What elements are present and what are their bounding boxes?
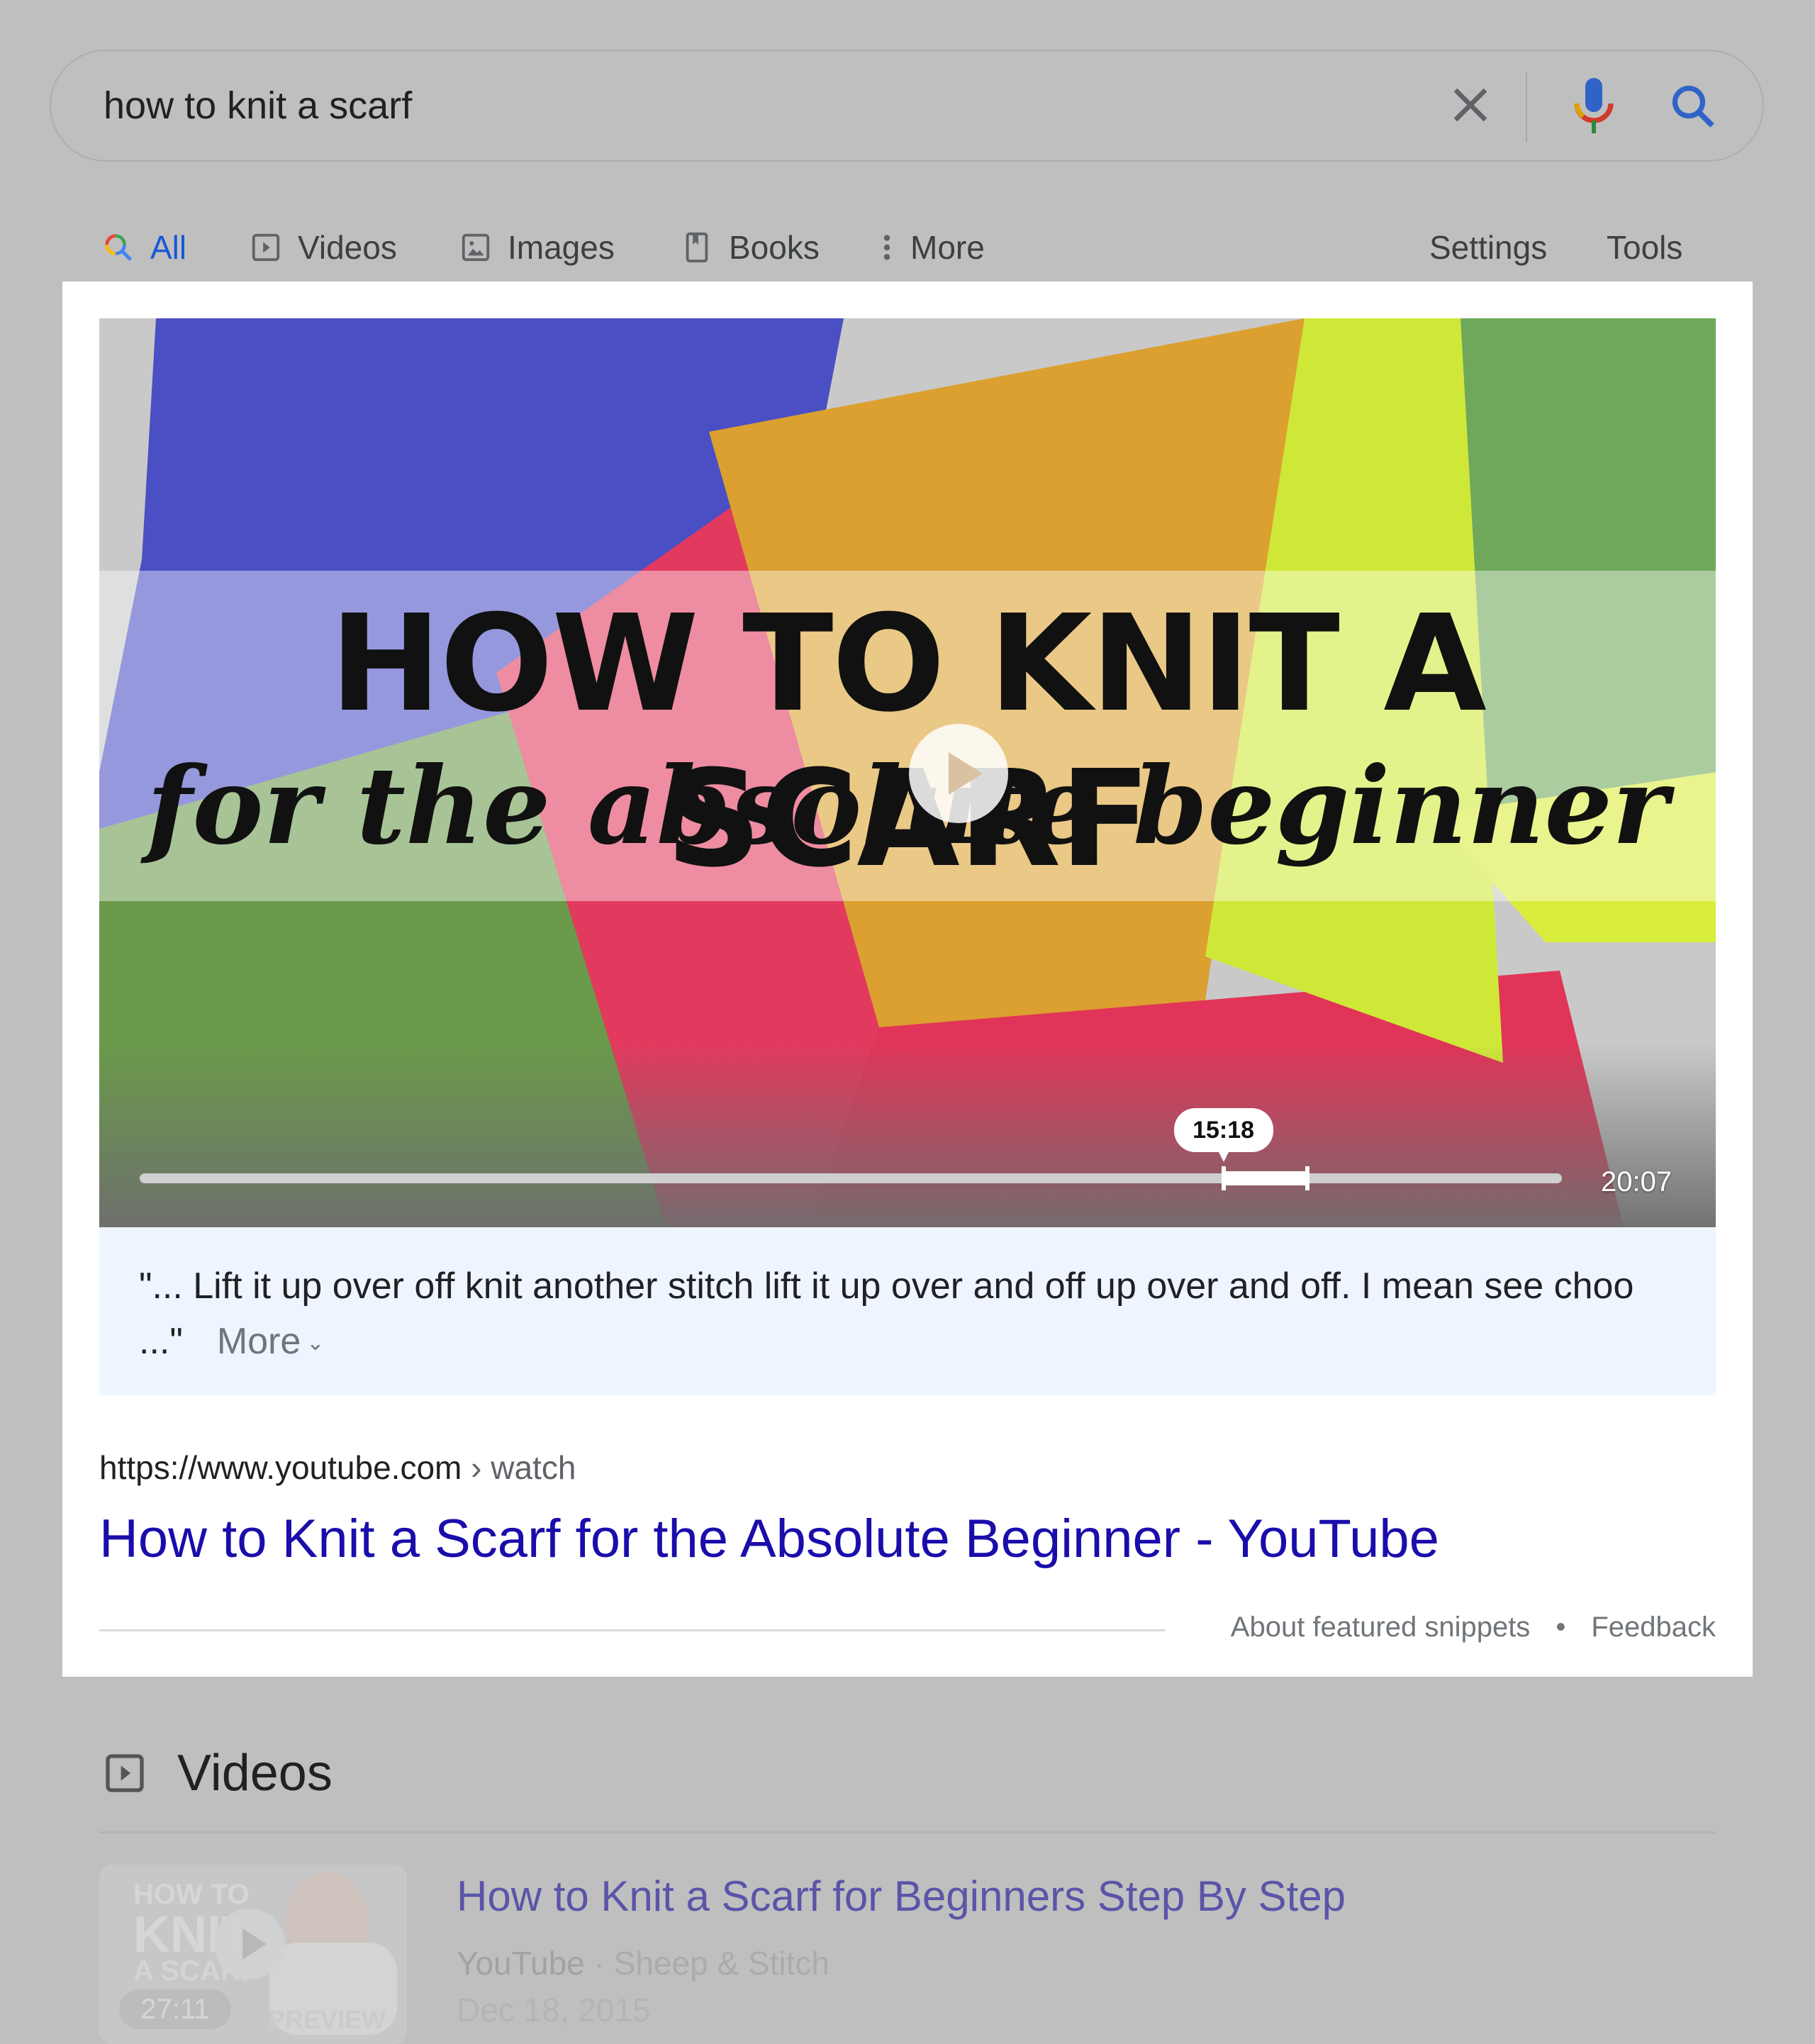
play-icon[interactable] xyxy=(909,724,1008,823)
book-icon xyxy=(686,232,708,263)
divider xyxy=(1526,72,1527,142)
divider xyxy=(99,1831,1716,1833)
result-url: https://www.youtube.com › watch xyxy=(99,1448,576,1487)
tab-label: Images xyxy=(508,229,615,266)
image-icon xyxy=(462,233,490,262)
url-breadcrumb: › watch xyxy=(471,1449,576,1486)
video-result-source: YouTube · Sheep & Stitch xyxy=(457,1944,830,1982)
video-icon xyxy=(252,233,280,262)
tab-more[interactable]: More xyxy=(879,224,985,271)
tab-label: Videos xyxy=(298,229,397,266)
more-button[interactable]: More ⌄ xyxy=(217,1321,325,1362)
clip-start-marker[interactable] xyxy=(1221,1166,1226,1190)
controls-gradient xyxy=(99,1043,1716,1227)
tab-images[interactable]: Images xyxy=(459,224,615,271)
separator-dot: • xyxy=(1556,1612,1566,1643)
search-icon[interactable] xyxy=(1668,81,1719,132)
settings-link[interactable]: Settings xyxy=(1429,224,1547,271)
videos-section-heading: Videos xyxy=(102,1744,333,1802)
tab-all[interactable]: All xyxy=(102,224,186,271)
url-domain: https://www.youtube.com xyxy=(99,1449,462,1486)
tools-label: Tools xyxy=(1607,229,1683,266)
snippet-footer: About featured snippets • Feedback xyxy=(1231,1612,1716,1643)
close-icon[interactable] xyxy=(1445,79,1496,130)
video-duration: 20:07 xyxy=(1601,1166,1672,1197)
microphone-icon[interactable] xyxy=(1568,74,1619,142)
video-icon xyxy=(106,1754,144,1792)
more-label: More xyxy=(216,1321,301,1362)
tools-link[interactable]: Tools xyxy=(1607,224,1682,271)
video-channel: · Sheep & Stitch xyxy=(593,1945,830,1982)
settings-label: Settings xyxy=(1429,229,1548,266)
video-player[interactable]: HOW TO KNIT A SCARF for the absolute beg… xyxy=(99,318,1716,1227)
play-icon[interactable] xyxy=(214,1909,285,1979)
clip-start-tooltip: 15:18 xyxy=(1173,1108,1273,1162)
preview-label: PREVIEW xyxy=(268,2005,386,2034)
transcript-text: "... Lift it up over off knit another st… xyxy=(139,1266,1634,1362)
search-bar[interactable]: how to knit a scarf xyxy=(50,50,1764,162)
search-tabs: All Videos Images Books More Settings To… xyxy=(0,224,1815,274)
videos-heading-label: Videos xyxy=(177,1745,333,1802)
video-duration-badge: 27:11 xyxy=(119,1989,231,2029)
chevron-down-icon: ⌄ xyxy=(306,1331,325,1356)
tab-label: All xyxy=(150,229,187,266)
more-vert-icon xyxy=(883,235,890,260)
video-source: YouTube xyxy=(457,1945,585,1982)
progress-bar[interactable] xyxy=(140,1173,1562,1183)
video-result-title-link[interactable]: How to Knit a Scarf for Beginners Step B… xyxy=(457,1872,1346,1921)
tab-label: Books xyxy=(729,229,820,266)
tab-videos[interactable]: Videos xyxy=(250,224,397,271)
divider xyxy=(99,1629,1166,1631)
tab-label: More xyxy=(910,229,985,266)
video-result-date: Dec 18, 2015 xyxy=(457,1992,651,2028)
clip-end-marker[interactable] xyxy=(1305,1166,1309,1190)
tab-books[interactable]: Books xyxy=(681,224,820,271)
search-input[interactable]: how to knit a scarf xyxy=(104,84,412,128)
about-featured-snippets-link[interactable]: About featured snippets xyxy=(1231,1612,1531,1643)
featured-snippet-card: HOW TO KNIT A SCARF for the absolute beg… xyxy=(62,281,1753,1677)
feedback-link[interactable]: Feedback xyxy=(1591,1612,1716,1643)
video-result-thumbnail[interactable]: HOW TO KNIT A SCARF 27:11 PREVIEW xyxy=(99,1865,407,2044)
search-icon xyxy=(105,234,133,262)
video-overlay-subtitle: for the absolute beginner xyxy=(146,744,1669,869)
clip-segment[interactable] xyxy=(1223,1171,1307,1185)
result-title-link[interactable]: How to Knit a Scarf for the Absolute Beg… xyxy=(99,1508,1439,1570)
transcript-excerpt: "... Lift it up over off knit another st… xyxy=(99,1227,1716,1395)
